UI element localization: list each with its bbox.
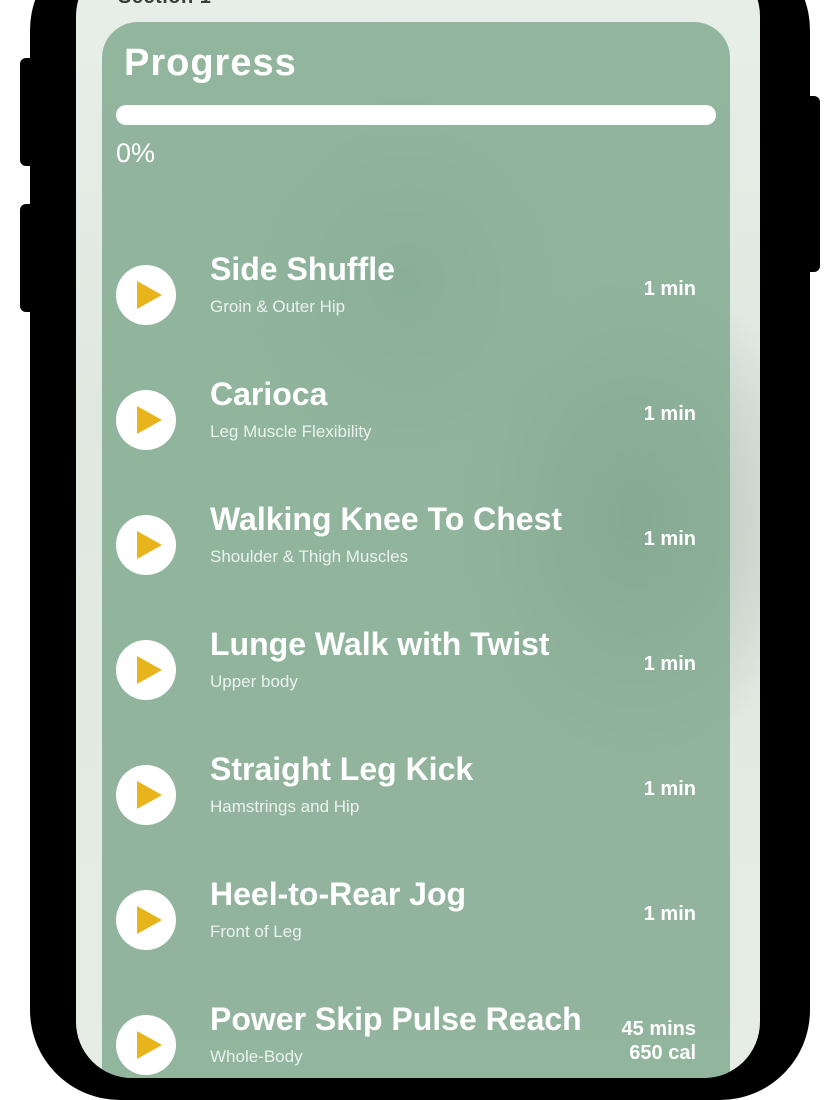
exercise-item[interactable]: Side Shuffle Groin & Outer Hip 1 min (102, 237, 730, 347)
duration-text: 1 min (643, 653, 696, 675)
progress-bar (116, 105, 716, 125)
exercise-target: Front of Leg (210, 922, 302, 941)
progress-card: Progress 0% Side Shuffle Groin & Outer H… (102, 22, 730, 1078)
exercise-duration: 1 min (644, 652, 696, 676)
play-button[interactable] (116, 640, 176, 700)
duration-text: 1 min (643, 778, 696, 800)
duration-text: 1 min (643, 278, 696, 300)
exercise-name: Carioca (210, 376, 328, 412)
duration-text: 1 min (643, 903, 696, 925)
play-icon (137, 781, 162, 809)
exercise-name: Side Shuffle (210, 251, 395, 287)
duration-text: 45 mins (621, 1018, 696, 1040)
play-button[interactable] (116, 890, 176, 950)
play-icon (137, 531, 162, 559)
exercise-item[interactable]: Lunge Walk with Twist Upper body 1 min (102, 612, 730, 722)
play-button[interactable] (116, 390, 176, 450)
exercise-duration: 1 min (644, 902, 696, 926)
exercise-item[interactable]: Straight Leg Kick Hamstrings and Hip 1 m… (102, 737, 730, 847)
play-button[interactable] (116, 515, 176, 575)
exercise-duration: 1 min (644, 777, 696, 801)
exercise-target: Groin & Outer Hip (210, 297, 346, 316)
exercise-name: Walking Knee To Chest (210, 501, 563, 537)
play-icon (137, 656, 162, 684)
play-icon (137, 406, 162, 434)
exercise-target: Upper body (210, 672, 298, 691)
exercise-name: Power Skip Pulse Reach (210, 1001, 582, 1037)
app-screen: Section 1 Progress 0% Side Shuffle Groin… (76, 0, 760, 1078)
play-button[interactable] (116, 1015, 176, 1075)
exercise-item[interactable]: Heel-to-Rear Jog Front of Leg 1 min (102, 862, 730, 972)
exercise-duration: 1 min (644, 402, 696, 426)
progress-title: Progress (124, 42, 297, 84)
exercise-name: Straight Leg Kick (210, 751, 474, 787)
exercise-target: Leg Muscle Flexibility (210, 422, 372, 441)
play-button[interactable] (116, 265, 176, 325)
exercise-duration: 1 min (644, 527, 696, 551)
play-button[interactable] (116, 765, 176, 825)
play-icon (137, 281, 162, 309)
exercise-target: Hamstrings and Hip (210, 797, 360, 816)
section-label: Section 1 (118, 0, 211, 9)
exercise-item[interactable]: Carioca Leg Muscle Flexibility 1 min (102, 362, 730, 472)
play-icon (137, 1031, 162, 1059)
progress-percent: 0% (116, 138, 156, 168)
exercise-duration: 1 min (644, 277, 696, 301)
exercise-name: Heel-to-Rear Jog (210, 876, 467, 912)
exercise-item[interactable]: Walking Knee To Chest Shoulder & Thigh M… (102, 487, 730, 597)
duration-text: 1 min (643, 403, 696, 425)
exercise-duration: 45 mins 650 cal (622, 1017, 696, 1065)
exercise-target: Shoulder & Thigh Muscles (210, 547, 409, 566)
play-icon (137, 906, 162, 934)
exercise-name: Lunge Walk with Twist (210, 626, 550, 662)
calories-text: 650 cal (629, 1042, 696, 1064)
exercise-target: Whole-Body (210, 1047, 303, 1066)
exercise-item[interactable]: Power Skip Pulse Reach Whole-Body 45 min… (102, 987, 730, 1078)
duration-text: 1 min (643, 528, 696, 550)
